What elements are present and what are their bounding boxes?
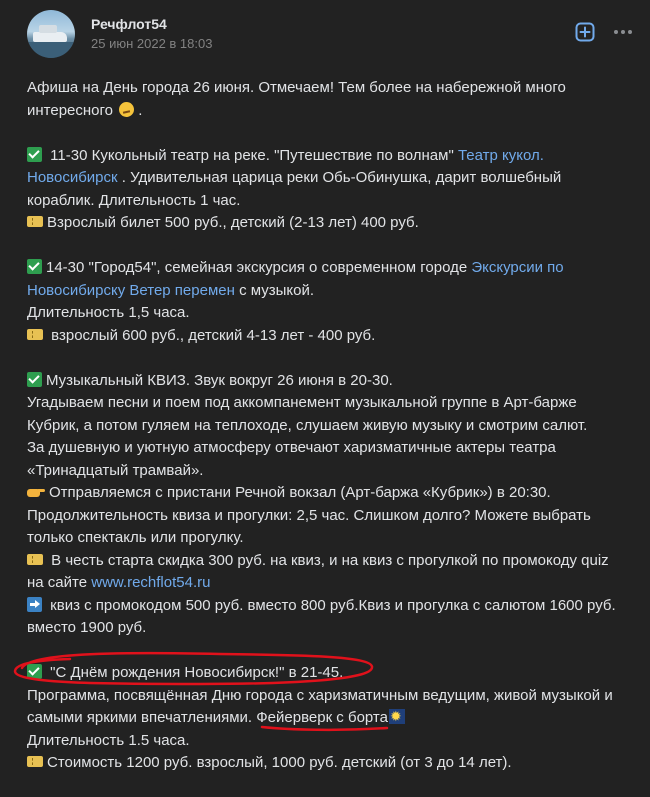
post-header: Речфлот54 25 июн 2022 в 18:03: [27, 10, 650, 58]
text-line: интересного .: [27, 100, 637, 123]
text-line: Кубрик, а потом гуляем на теплоходе, слу…: [27, 416, 588, 434]
check-mark-icon: [27, 146, 42, 162]
text-span: 11-30 Кукольный театр на реке. "Путешест…: [50, 146, 454, 164]
check-mark-icon: [27, 371, 42, 387]
intro-paragraph: Афиша на День города 26 июня. Отмечаем! …: [27, 77, 637, 122]
avatar-boat: [33, 32, 67, 42]
avatar-water: [27, 42, 75, 58]
text-span: . Удивительная царица реки Обь-Обинушка,…: [121, 169, 562, 186]
vk-post: Речфлот54 25 июн 2022 в 18:03 Афиша на Д…: [0, 0, 650, 786]
more-horizontal-icon[interactable]: [612, 22, 634, 42]
text-line: В честь старта скидка 300 руб. на квиз, …: [27, 550, 637, 573]
text-line: на сайте www.rechflot54.ru: [27, 572, 637, 595]
rechflot-site-link[interactable]: www.rechflot54.ru: [91, 574, 210, 591]
text-span: Отправляемся с пристани Речной вокзал (А…: [49, 484, 551, 501]
text-line: Длительность 1,5 часа.: [27, 304, 190, 321]
arrow-right-icon: [27, 596, 42, 612]
text-span: взрослый 600 руб., детский 4-13 лет - 40…: [51, 326, 376, 344]
text-span: Музыкальный КВИЗ. Звук вокруг 26 июня в …: [46, 371, 393, 389]
text-line: «Тринадцатый трамвай».: [27, 461, 204, 479]
check-mark-icon: [27, 259, 42, 274]
post-text: Афиша на День города 26 июня. Отмечаем! …: [27, 77, 637, 797]
ticket-icon: [27, 756, 43, 767]
plus-square-icon[interactable]: [575, 22, 595, 42]
text-span: интересного: [27, 101, 114, 119]
text-line: квиз с промокодом 500 руб. вместо 800 ру…: [27, 595, 637, 618]
puppet-theatre-paragraph: 11-30 Кукольный театр на реке. "Путешест…: [27, 145, 637, 235]
check-mark-icon: [27, 664, 42, 679]
text-line: взрослый 600 руб., детский 4-13 лет - 40…: [27, 325, 637, 348]
avatar[interactable]: [27, 10, 75, 58]
text-span: самыми яркими впечатлениями.: [27, 709, 253, 726]
text-span: с музыкой.: [239, 281, 315, 299]
text-span: "С Днём рождения Новосибирск!" в 21-45.: [50, 664, 344, 681]
text-line: Взрослый билет 500 руб., детский (2-13 л…: [27, 212, 637, 235]
puppet-theatre-link[interactable]: Театр кукол.: [458, 147, 544, 164]
text-span: Взрослый билет 500 руб., детский (2-13 л…: [47, 214, 419, 231]
text-span: на сайте: [27, 574, 88, 591]
text-line: Стоимость 1200 руб. взрослый, 1000 руб. …: [27, 752, 637, 775]
text-span: В честь старта скидка 300 руб. на квиз, …: [51, 551, 609, 569]
text-line: Афиша на День города 26 июня. Отмечаем! …: [27, 79, 566, 96]
fireworks-icon: [388, 706, 405, 729]
birthday-paragraph: "С Днём рождения Новосибирск!" в 21-45. …: [27, 662, 637, 775]
post-date[interactable]: 25 июн 2022 в 18:03: [91, 36, 212, 51]
text-line: За душевную и уютную атмосферу отвечают …: [27, 439, 556, 456]
excursion-link[interactable]: Экскурсии по: [471, 259, 563, 276]
text-line: вместо 1900 руб.: [27, 619, 147, 636]
fireworks-highlight-text: Фейерверк с борта: [256, 709, 388, 726]
text-line: Музыкальный КВИЗ. Звук вокруг 26 июня в …: [27, 370, 637, 393]
excursion-paragraph: 14-30 "Город54", семейная экскурсия о со…: [27, 257, 637, 347]
pointing-hand-icon: [27, 486, 45, 498]
text-line: Новосибирску Ветер перемен с музыкой.: [27, 280, 637, 303]
avatar-boat-deck: [39, 25, 57, 33]
text-line: кораблик. Длительность 1 час.: [27, 191, 241, 209]
ticket-icon: [27, 553, 43, 565]
text-line: только спектакль или прогулку.: [27, 529, 244, 546]
text-line: Программа, посвящённая Дню города с хари…: [27, 686, 613, 704]
text-line: Длительность 1.5 часа.: [27, 731, 190, 749]
text-line: Угадываем песни и поем под аккомпанемент…: [27, 394, 577, 411]
text-span: квиз с промокодом 500 руб. вместо 800 ру…: [50, 596, 616, 614]
smirk-emoji-icon: [119, 101, 135, 117]
text-span: 14-30 "Город54", семейная экскурсия о со…: [46, 259, 468, 276]
period-text: .: [138, 101, 143, 119]
text-line: 11-30 Кукольный театр на реке. "Путешест…: [27, 145, 637, 168]
ticket-icon: [27, 328, 43, 340]
quiz-paragraph: Музыкальный КВИЗ. Звук вокруг 26 июня в …: [27, 370, 637, 640]
text-line: 14-30 "Город54", семейная экскурсия о со…: [27, 257, 637, 280]
text-line: Продолжительность квиза и прогулки: 2,5 …: [27, 506, 591, 524]
text-line: Новосибирск . Удивительная царица реки О…: [27, 167, 637, 190]
text-line: самыми яркими впечатлениями. Фейерверк с…: [27, 706, 637, 730]
text-line: Отправляемся с пристани Речной вокзал (А…: [27, 482, 637, 505]
puppet-theatre-link-cont[interactable]: Новосибирск: [27, 169, 118, 186]
author-name[interactable]: Речфлот54: [91, 16, 167, 32]
excursion-link-cont[interactable]: Новосибирску Ветер перемен: [27, 282, 235, 299]
text-line: "С Днём рождения Новосибирск!" в 21-45.: [27, 662, 637, 685]
text-span: Стоимость 1200 руб. взрослый, 1000 руб. …: [47, 754, 512, 771]
ticket-icon: [27, 216, 43, 227]
